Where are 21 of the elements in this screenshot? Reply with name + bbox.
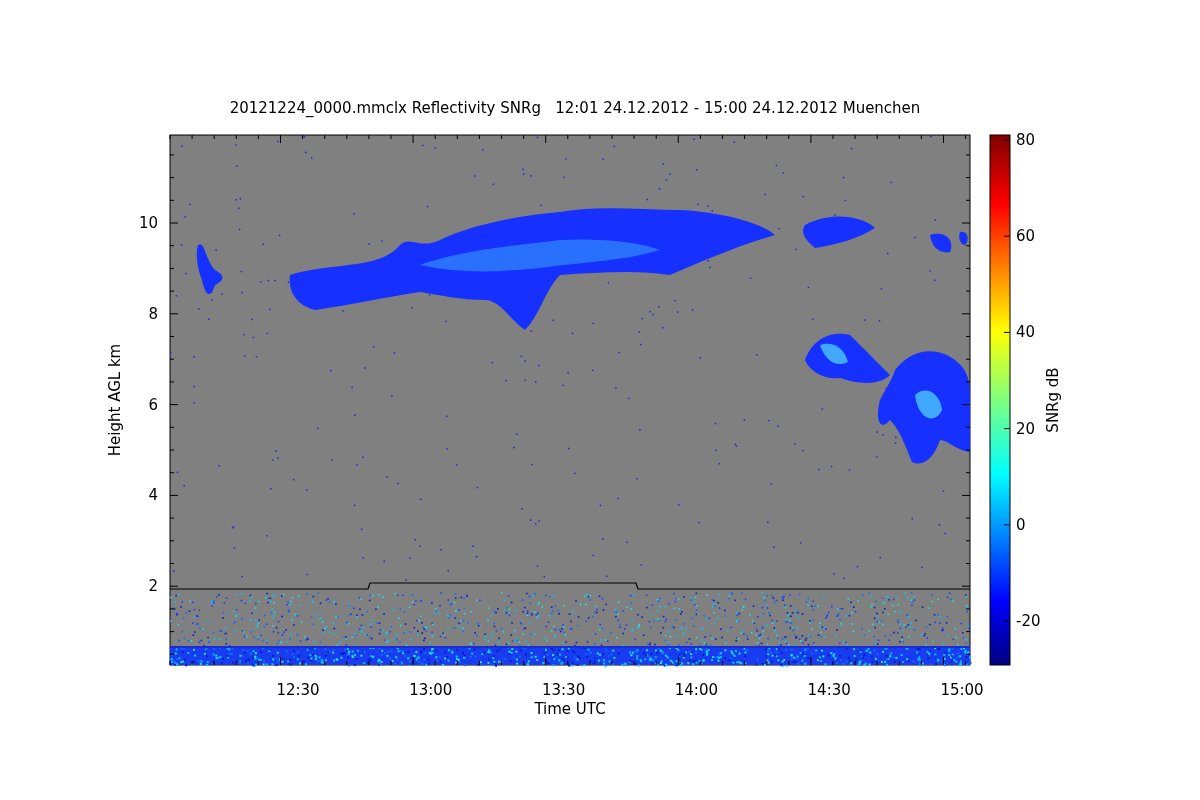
x-tick-label: 14:30: [807, 681, 851, 699]
x-tick-label: 13:00: [409, 681, 453, 699]
colorbar-tick-label: 60: [1016, 227, 1036, 246]
x-tick-label: 15:00: [940, 681, 984, 699]
y-tick-label: 8: [148, 304, 158, 323]
x-axis-label: Time UTC: [534, 700, 606, 718]
colorbar-tick-label: 40: [1016, 323, 1036, 342]
chart-title: 20121224_0000.mmclx Reflectivity SNRg 12:01 24.12.2012 - 15:00 24.12.2012 Muenchen: [229, 99, 921, 117]
y-axis-label: Height AGL km: [106, 343, 124, 457]
colorbar-tick-label: 20: [1016, 419, 1036, 438]
colorbar-tick-label: 0: [1016, 515, 1026, 534]
colorbar-label: SNRg dB: [1044, 367, 1062, 433]
y-tick-label: 4: [148, 486, 158, 505]
x-tick-label: 13:30: [542, 681, 586, 699]
x-tick-label: 14:00: [674, 681, 718, 699]
colorbar-tick-label: -20: [1016, 612, 1041, 630]
y-tick-label: 10: [138, 214, 158, 232]
colorbar-tick-label: 80: [1016, 131, 1036, 149]
y-tick-label: 2: [148, 577, 158, 595]
x-tick-label: 12:30: [276, 681, 320, 699]
y-tick-label: 6: [148, 395, 158, 414]
